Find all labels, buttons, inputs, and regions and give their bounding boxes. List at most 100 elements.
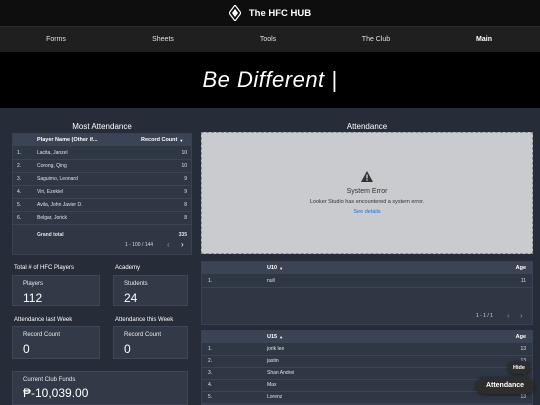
warning-icon xyxy=(361,171,373,182)
app-header: The HFC HUB xyxy=(0,0,540,26)
table-row[interactable]: 3. Saguimo, Leonard 9 xyxy=(13,173,191,186)
players-label: Players xyxy=(23,281,44,287)
table-row[interactable]: 1. jorik lee 13 xyxy=(202,343,532,356)
total-players-title: Total # of HFC Players xyxy=(14,265,75,271)
attendance-title: Attendance xyxy=(346,122,388,131)
row-index: 5. xyxy=(208,393,213,400)
app-title: The HFC HUB xyxy=(248,7,312,19)
row-index: 1. xyxy=(208,277,213,284)
col-u15-label: U15 xyxy=(267,334,278,340)
col-player-name[interactable]: Player Name (Other if... xyxy=(37,134,98,146)
record-count: 9 xyxy=(184,175,187,182)
last-week-scorecard: Record Count 0 xyxy=(12,326,100,359)
age: 13 xyxy=(520,345,526,352)
table-row[interactable]: 2. Corong, Qing 10 xyxy=(13,160,191,173)
player-name: Lacita, Janzel xyxy=(37,149,68,156)
player-name: Corong, Qing xyxy=(37,162,67,169)
player-name: Shan Andrei xyxy=(267,369,295,376)
prev-page-icon[interactable]: ‹ xyxy=(167,240,170,249)
nav-item-forms[interactable]: Forms xyxy=(46,27,66,53)
next-page-icon[interactable]: › xyxy=(181,240,184,249)
error-message: Looker Studio has encountered a system e… xyxy=(309,199,425,205)
player-name: jorik lee xyxy=(267,345,285,352)
col-u15[interactable]: U15 ▼ xyxy=(267,331,283,343)
students-scorecard: Students 24 xyxy=(113,275,188,306)
table-header: Player Name (Other if... Record Count ▼ xyxy=(13,134,191,146)
col-age[interactable]: Age xyxy=(516,262,526,274)
record-count: 8 xyxy=(184,201,187,208)
grand-total-row: Grand total 335 xyxy=(13,229,191,242)
this-week-label: Record Count xyxy=(124,332,162,338)
row-index: 3. xyxy=(208,369,213,376)
sort-desc-icon: ▼ xyxy=(179,137,184,143)
see-details-link[interactable]: See details xyxy=(353,209,380,215)
pagination-text: 1 - 100 / 144 xyxy=(125,242,154,248)
last-week-label: Record Count xyxy=(23,332,61,338)
age: 11 xyxy=(520,277,526,284)
table-row[interactable]: 4. Viri, Ezekiel 9 xyxy=(13,186,191,199)
player-name: Belgar, Jorick xyxy=(37,214,68,221)
player-name: Saguimo, Leonard xyxy=(37,175,78,182)
player-name: Lorenz xyxy=(267,393,283,400)
row-index: 3. xyxy=(17,175,22,182)
row-index: 5. xyxy=(17,201,22,208)
row-index: 2. xyxy=(208,357,213,364)
row-index: 4. xyxy=(208,381,213,388)
table-row[interactable]: 2. jastin 13 xyxy=(202,355,532,368)
attendance-button[interactable]: Attendance xyxy=(476,377,534,394)
hero-tagline: Be Different | xyxy=(202,67,338,92)
player-name: null xyxy=(267,277,275,284)
table-row[interactable]: 1. Lacita, Janzel 10 xyxy=(13,147,191,160)
funds-value: ₱-10,039.00 xyxy=(23,386,89,400)
row-index: 1. xyxy=(17,149,22,156)
this-week-scorecard: Record Count 0 xyxy=(113,326,188,359)
last-week-title: Attendance last Week xyxy=(14,317,73,323)
academy-title: Academy xyxy=(115,265,141,271)
next-page-icon[interactable]: › xyxy=(520,311,523,320)
player-name: Max xyxy=(267,381,277,388)
col-u10[interactable]: U10 ▼ xyxy=(267,262,283,274)
table-header: U10 ▼ Age xyxy=(202,262,532,274)
nav-item-sheets[interactable]: Sheets xyxy=(152,27,174,53)
u10-table: U10 ▼ Age 1. null 11 1 - 1 / 1 ‹ › xyxy=(201,261,533,325)
player-name: jastin xyxy=(267,357,279,364)
hero-banner: Be Different | xyxy=(0,52,540,108)
most-attendance-table: Player Name (Other if... Record Count ▼ 1… xyxy=(12,133,192,255)
col-age[interactable]: Age xyxy=(516,331,526,343)
record-count: 10 xyxy=(181,162,187,169)
record-count: 8 xyxy=(184,214,187,221)
row-index: 6. xyxy=(17,214,22,221)
table-row[interactable]: 6. Belgar, Jorick 8 xyxy=(13,212,191,225)
sort-desc-icon: ▼ xyxy=(279,334,284,340)
club-funds-scorecard: Current Club Funds ₱-10,039.00 xyxy=(12,371,188,405)
nav-item-tools[interactable]: Tools xyxy=(260,27,276,53)
col-u10-label: U10 xyxy=(267,265,278,271)
record-count: 9 xyxy=(184,188,187,195)
error-title: System Error xyxy=(346,188,388,195)
player-name: Viri, Ezekiel xyxy=(37,188,64,195)
players-value: 112 xyxy=(23,291,43,305)
most-attendance-title: Most Attendance xyxy=(72,122,132,131)
this-week-value: 0 xyxy=(124,342,131,356)
students-value: 24 xyxy=(124,291,138,305)
pagination-text: 1 - 1 / 1 xyxy=(476,313,493,319)
table-row[interactable]: 5. Avila, John Javier D. 8 xyxy=(13,199,191,212)
students-label: Students xyxy=(124,281,148,287)
table-header: U15 ▼ Age xyxy=(202,331,532,343)
row-index: 1. xyxy=(208,345,213,352)
nav-item-the-club[interactable]: The Club xyxy=(362,27,390,53)
attendance-error-panel: System Error Looker Studio has encounter… xyxy=(201,132,533,254)
record-count: 10 xyxy=(181,149,187,156)
main-nav: Forms Sheets Tools The Club Main xyxy=(0,26,540,52)
row-index: 4. xyxy=(17,188,22,195)
players-scorecard: Players 112 xyxy=(12,275,100,306)
hide-button[interactable]: Hide xyxy=(508,361,530,374)
diamond-crest-icon xyxy=(228,5,241,21)
row-index: 2. xyxy=(17,162,22,169)
col-record-count[interactable]: Record Count ▼ xyxy=(141,134,183,146)
table-row[interactable]: 1. null 11 xyxy=(202,275,532,288)
sort-desc-icon: ▼ xyxy=(279,265,284,271)
nav-item-main[interactable]: Main xyxy=(476,27,492,53)
grand-total-label: Grand total xyxy=(37,232,64,239)
prev-page-icon[interactable]: ‹ xyxy=(507,311,510,320)
